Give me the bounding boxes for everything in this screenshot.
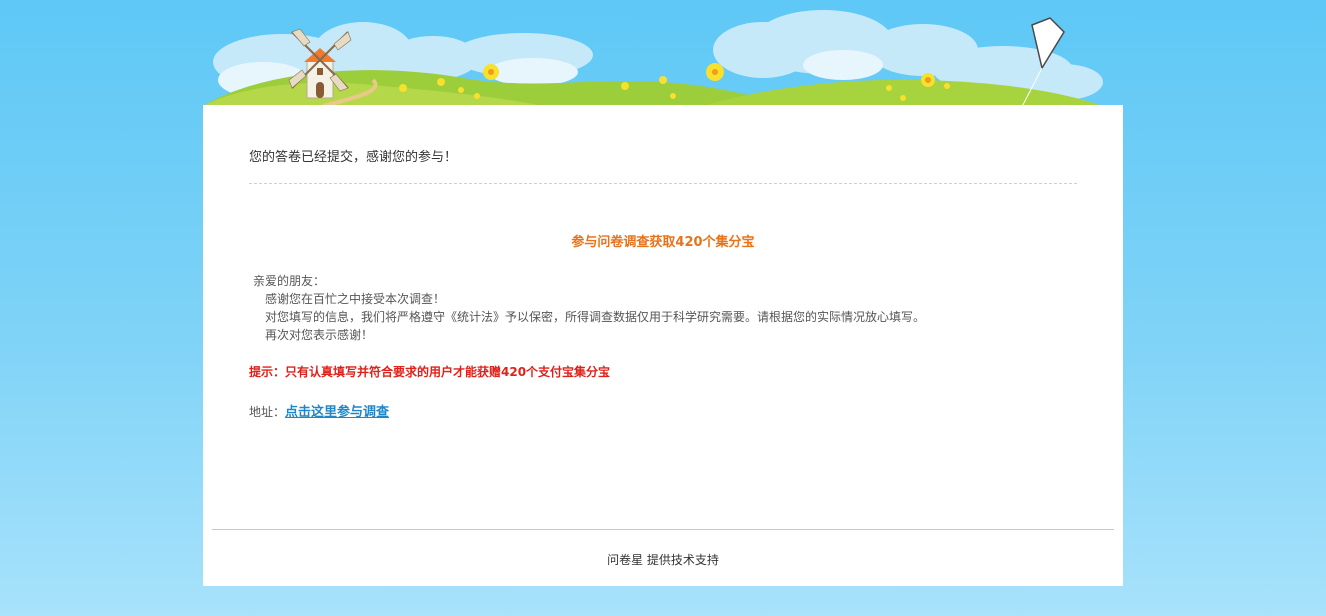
promo-tip: 提示：只有认真填写并符合要求的用户才能获赠420个支付宝集分宝 [249,365,611,379]
submission-success-message: 您的答卷已经提交，感谢您的参与！ [249,150,458,165]
letter-greeting: 亲爱的朋友： [253,274,326,288]
letter-line: 对您填写的信息，我们将严格遵守《统计法》予以保密，所得调查数据仅用于科学研究需要… [265,310,926,324]
promo-letter: 亲爱的朋友： 感谢您在百忙之中接受本次调查！ 对您填写的信息，我们将严格遵守《统… [249,272,925,344]
submission-result-panel: 您的答卷已经提交，感谢您的参与！ 参与问卷调查获取420个集分宝 亲爱的朋友： … [203,105,1123,586]
footer-divider [212,529,1114,530]
letter-line: 感谢您在百忙之中接受本次调查！ [265,292,446,306]
participate-survey-link[interactable]: 点击这里参与调查 [285,405,389,420]
footer-credit: 问卷星 提供技术支持 [607,553,719,567]
promo-title: 参与问卷调查获取420个集分宝 [571,235,755,250]
survey-address: 地址：点击这里参与调查 [249,401,389,420]
header-banner-illustration [203,10,1103,106]
letter-line: 再次对您表示感谢！ [265,328,374,342]
address-label: 地址： [249,405,286,419]
dashed-divider [249,183,1077,184]
